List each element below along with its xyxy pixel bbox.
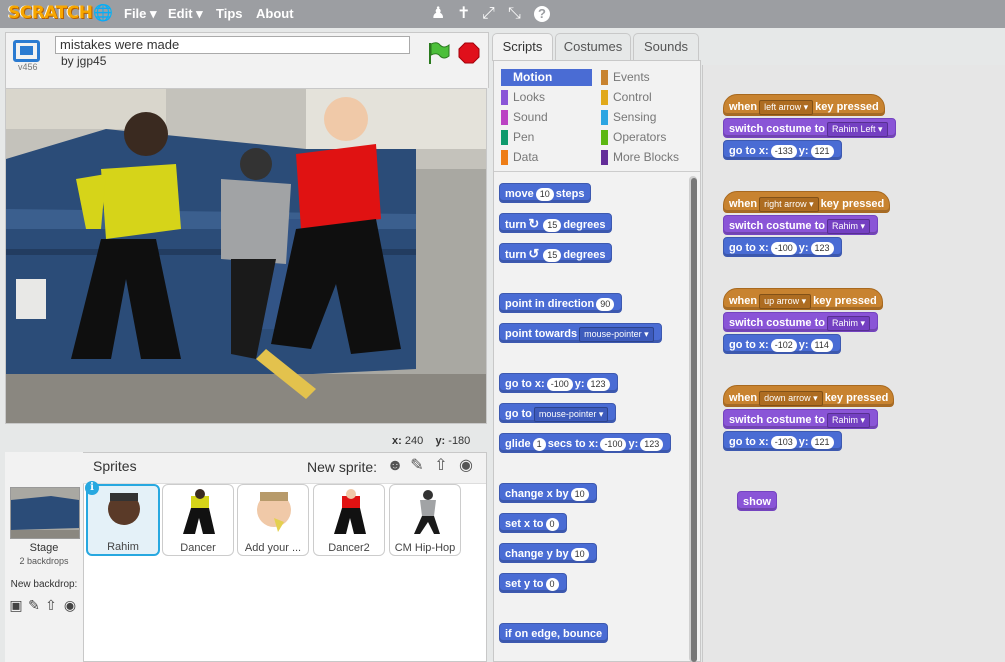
sprite-thumb-rahim [108,493,140,525]
category-more-blocks[interactable]: More Blocks [601,149,697,166]
category-sensing[interactable]: Sensing [601,109,697,126]
shrink-icon[interactable]: ⤡ [508,5,521,23]
camera-icon[interactable]: ◉ [457,457,475,475]
category-pen[interactable]: Pen [501,129,592,146]
block-switch-costume[interactable]: switch costume to Rahim Left [723,118,896,138]
block-go-to-xy[interactable]: go to x: -100 y: 123 [723,237,842,257]
category-motion[interactable]: Motion [501,69,592,86]
palette-scrollbar-thumb[interactable] [691,178,697,662]
stage-backdrop-image [6,89,486,423]
turn-counterclockwise-icon: ↺ [528,246,540,261]
block-change-x[interactable]: change x by 10 [499,483,597,503]
project-title-input[interactable]: mistakes were made [55,36,410,54]
block-show[interactable]: show [737,491,778,511]
category-looks[interactable]: Looks [501,89,592,106]
stage-backdrop-count: 2 backdrops [19,556,69,566]
category-events[interactable]: Events [601,69,697,86]
stop-icon[interactable] [458,42,480,64]
block-change-y[interactable]: change y by 10 [499,543,597,563]
block-go-to[interactable]: go to mouse-pointer [499,403,617,423]
block-glide[interactable]: glide 1 secs to x: -100 y: 123 [499,433,672,453]
event-when-key-pressed[interactable]: whendown arrowkey pressed [723,385,895,407]
category-divider [494,171,700,172]
project-author: by jgp45 [61,54,107,68]
paint-new-sprite-icon[interactable]: ✎ [408,457,426,475]
block-move-steps[interactable]: move 10 steps [499,183,591,203]
turn-clockwise-icon: ↻ [528,216,540,231]
block-set-y[interactable]: set y to 0 [499,573,567,593]
stage-canvas[interactable] [5,88,487,424]
sprite-name: Rahim [107,541,139,553]
sprite-name: Dancer2 [328,542,370,554]
block-go-to-xy[interactable]: go to x: -103 y: 121 [723,431,842,451]
block-go-to-xy[interactable]: go to x: -133 y: 121 [723,140,842,160]
upload-backdrop-icon[interactable]: ⇧ [43,597,59,613]
sprites-label: Sprites [93,458,137,474]
category-operators[interactable]: Operators [601,129,697,146]
block-go-to-xy[interactable]: go to x: -100 y: 123 [499,373,618,393]
menu-file[interactable]: File ▾ [124,6,157,22]
x-coord-value: 240 [404,435,424,447]
sprite-name: Dancer [180,542,216,554]
block-switch-costume[interactable]: switch costume to Rahim [723,215,879,235]
globe-icon[interactable]: 🌐 [93,5,113,23]
paint-backdrop-icon[interactable]: ✎ [26,597,42,613]
cut-icon[interactable]: ✝ [457,5,470,23]
sprite-tile-dancer2[interactable]: Dancer2 [313,484,385,556]
block-turn-right[interactable]: turn ↻ 15 degrees [499,213,612,233]
x-coord-label: x: [392,435,402,447]
stage-name: Stage [29,542,59,554]
help-icon[interactable]: ? [534,6,550,22]
block-switch-costume[interactable]: switch costume to Rahim [723,409,879,429]
event-when-key-pressed[interactable]: whenup arrowkey pressed [723,288,883,310]
backdrop-camera-icon[interactable]: ◉ [62,597,78,613]
tab-sounds[interactable]: Sounds [633,33,699,60]
block-switch-costume[interactable]: switch costume to Rahim [723,312,879,332]
mouse-coordinates: x: 240 y: -180 [392,435,470,447]
menu-edit[interactable]: Edit ▾ [168,6,203,22]
backdrop-library-icon[interactable]: ▣ [8,597,24,613]
sprite-tile-add-your[interactable]: Add your ... [237,484,309,556]
sprite-tile-cm-hip-hop[interactable]: CM Hip-Hop [389,484,461,556]
menu-tips[interactable]: Tips [216,6,243,21]
event-when-key-pressed[interactable]: whenleft arrowkey pressed [723,94,885,116]
block-point-in-direction[interactable]: point in direction 90 [499,293,623,313]
duplicate-stamp-icon[interactable]: ♟ [431,5,445,23]
stage-thumbnail[interactable] [10,487,80,539]
sprite-thumb-dancer [183,489,215,534]
category-data[interactable]: Data [501,149,592,166]
block-turn-left[interactable]: turn ↺ 15 degrees [499,243,612,263]
sprite-thumb-add-your [257,492,291,532]
new-backdrop-label: New backdrop: [10,579,78,590]
block-set-x[interactable]: set x to 0 [499,513,567,533]
y-coord-label: y: [435,435,446,447]
sprite-thumb-dancer2 [334,489,366,534]
category-control[interactable]: Control [601,89,697,106]
version-label: v456 [18,62,38,72]
block-point-towards[interactable]: point towards mouse-pointer [499,323,662,343]
upload-sprite-icon[interactable]: ⇧ [432,457,450,475]
block-go-to-xy[interactable]: go to x: -102 y: 114 [723,334,841,354]
y-coord-value: -180 [448,435,471,447]
sprite-name: Add your ... [244,542,302,554]
grow-icon[interactable]: ⤢ [482,5,495,23]
category-sound[interactable]: Sound [501,109,592,126]
menu-about[interactable]: About [256,6,294,21]
sprite-tile-rahim[interactable]: Rahim [86,484,160,556]
event-when-key-pressed[interactable]: whenright arrowkey pressed [723,191,891,213]
fullscreen-icon[interactable] [13,40,40,62]
tab-scripts[interactable]: Scripts [492,33,553,61]
block-if-on-edge-bounce[interactable]: if on edge, bounce [499,623,609,643]
choose-sprite-from-library-icon[interactable]: ☻ [386,457,404,475]
tab-costumes[interactable]: Costumes [555,33,631,60]
green-flag-icon[interactable] [426,40,450,66]
sprite-thumb-cm-hip-hop [414,490,440,534]
sprite-tile-dancer[interactable]: Dancer [162,484,234,556]
scratch-logo[interactable]: SCRATCH [8,3,93,23]
new-sprite-label: New sprite: [307,459,378,475]
sprite-info-icon[interactable]: i [85,481,99,495]
sprite-name: CM Hip-Hop [394,542,456,554]
